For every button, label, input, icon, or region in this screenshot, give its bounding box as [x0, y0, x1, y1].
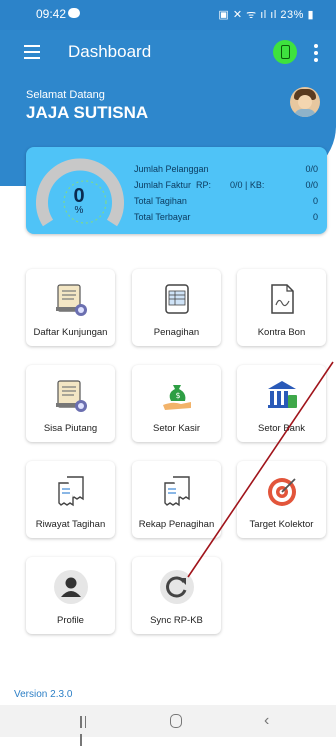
menu-sisa-piutang-button[interactable]: Sisa Piutang: [26, 365, 115, 442]
stat-value-total-bills: 0: [312, 196, 318, 206]
stat-value-total-paid: 0: [312, 212, 318, 222]
stat-label-total-paid: Total Terbayar: [134, 212, 191, 222]
target-icon: [268, 478, 296, 506]
menu-riwayat-tagihan-button[interactable]: Riwayat Tagihan: [26, 461, 115, 538]
invoice-icon: [165, 284, 189, 314]
welcome-greeting: Selamat Datang: [26, 89, 105, 101]
menu-label: Penagihan: [153, 327, 200, 338]
menu-profile-button[interactable]: Profile: [26, 557, 115, 634]
menu-target-kolektor-button[interactable]: Target Kolektor: [237, 461, 326, 538]
menu-label: Rekap Penagihan: [138, 519, 215, 530]
recent-apps-icon[interactable]: [80, 715, 92, 746]
stat-value-customers: 0/0: [305, 164, 318, 174]
menu-kontra-bon-button[interactable]: Kontra Bon: [237, 269, 326, 346]
back-icon[interactable]: ‹: [264, 712, 269, 730]
summary-card: 0 % Jumlah Pelanggan 0/0 Jumlah Faktur R…: [26, 147, 327, 234]
battery-level: 23%: [280, 9, 304, 21]
menu-label: Sisa Piutang: [43, 423, 98, 434]
status-icons: ▣ ✕ ᯤ ıl ıl 23% ▮: [218, 9, 314, 21]
chat-notification-icon: [68, 8, 80, 18]
menu-label: Target Kolektor: [249, 519, 314, 530]
status-bar: 09:42 ▣ ✕ ᯤ ıl ıl 23% ▮: [0, 0, 336, 30]
page-title: Dashboard: [68, 42, 152, 61]
stat-mid-invoices: 0/0 | KB:: [230, 180, 265, 190]
ledger-clock-icon: [56, 284, 87, 316]
menu-label: Setor Bank: [258, 423, 305, 434]
menu-setor-bank-button[interactable]: Setor Bank: [237, 365, 326, 442]
menu-sync-rp-kb-button[interactable]: Sync RP-KB: [132, 557, 221, 634]
hamburger-menu-icon[interactable]: [24, 45, 40, 59]
menu-label: Riwayat Tagihan: [35, 519, 106, 530]
svg-text:$: $: [175, 391, 180, 400]
app-version: Version 2.3.0: [14, 689, 73, 700]
progress-unit: %: [74, 205, 84, 216]
contract-document-icon: [271, 284, 294, 314]
device-status-icon[interactable]: [273, 40, 297, 64]
menu-label: Daftar Kunjungan: [33, 327, 108, 338]
stat-label-customers: Jumlah Pelanggan: [134, 164, 209, 174]
stat-value-invoices: 0/0: [305, 180, 318, 190]
status-time: 09:42: [36, 7, 67, 21]
menu-label: Profile: [57, 615, 84, 626]
person-icon: [54, 570, 88, 604]
receipts-icon: [164, 476, 190, 507]
menu-label: Sync RP-KB: [150, 615, 203, 626]
stat-label-invoices: Jumlah Faktur RP:: [134, 180, 212, 190]
user-name: JAJA SUTISNA: [26, 103, 149, 122]
system-navigation-bar: ‹: [0, 705, 336, 746]
money-bag-hand-icon: $: [163, 385, 191, 410]
bank-icon: [268, 381, 297, 408]
more-options-icon[interactable]: [314, 44, 318, 65]
home-icon[interactable]: [170, 714, 182, 728]
receipts-icon: [58, 476, 84, 507]
menu-rekap-penagihan-button[interactable]: Rekap Penagihan: [132, 461, 221, 538]
avatar[interactable]: [290, 87, 320, 117]
menu-label: Kontra Bon: [257, 327, 306, 338]
stat-label-total-bills: Total Tagihan: [134, 196, 187, 206]
app-bar: Dashboard: [0, 30, 336, 76]
menu-daftar-kunjungan-button[interactable]: Daftar Kunjungan: [26, 269, 115, 346]
menu-setor-kasir-button[interactable]: $ Setor Kasir: [132, 365, 221, 442]
menu-penagihan-button[interactable]: Penagihan: [132, 269, 221, 346]
ledger-clock-icon: [56, 380, 87, 412]
menu-label: Setor Kasir: [153, 423, 200, 434]
refresh-icon: [160, 570, 194, 604]
